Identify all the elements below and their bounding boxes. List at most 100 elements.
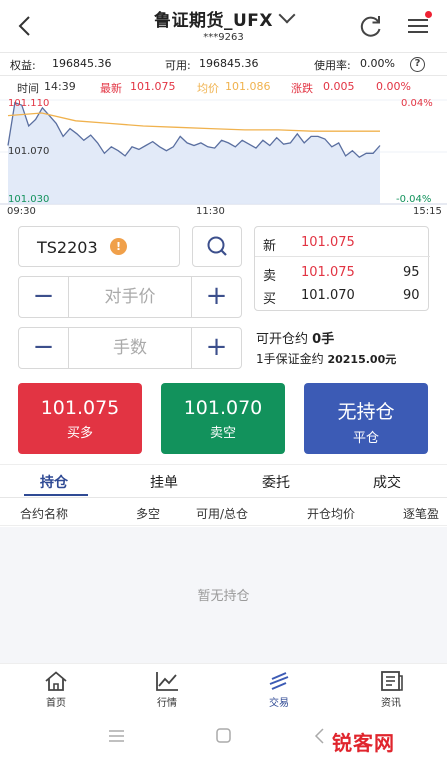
positions-list: 暂无持仓 [0,527,447,663]
contract-field[interactable]: TS2203 ! [18,226,180,267]
close-label: 平仓 [352,431,379,446]
nav-news[interactable]: 资讯 [361,670,421,709]
x-tick-mid: 11:30 [196,206,225,217]
search-button[interactable] [192,226,242,267]
col-direction: 多空 [136,507,161,521]
quantity-input[interactable]: 手数 [69,328,191,368]
buy-price: 101.075 [40,397,120,419]
tab-pending[interactable]: 挂单 [150,472,178,492]
x-tick-end: 15:15 [413,206,442,217]
ask-qty: 95 [403,265,420,280]
usage-label: 使用率: [314,59,351,72]
margin-value: 20215.00元 [327,353,397,366]
col-available-total: 可用/总仓 [196,507,249,521]
pct-tick-high: 0.04% [401,98,433,109]
quantity-stepper[interactable]: − 手数 + [18,327,242,369]
col-contract: 合约名称 [20,507,69,521]
qty-plus-button[interactable]: + [191,328,241,368]
col-pnl: 逐笔盈 [403,507,440,521]
bid-qty: 90 [403,288,420,303]
system-home-icon[interactable] [216,728,231,743]
quote-row-bid: 买 101.070 90 [255,285,430,307]
avg-label: 均价 [197,82,219,95]
quote-panel: 新 101.075 卖 101.075 95 买 101.070 90 [254,226,430,311]
avg-value: 101.086 [225,80,271,93]
nav-home-label: 首页 [46,698,66,709]
y-tick-high: 101.110 [8,98,50,109]
price-plus-button[interactable]: + [191,277,241,317]
latest-label: 最新 [100,82,122,95]
nav-news-label: 资讯 [381,698,401,709]
col-avg-open: 开仓均价 [307,507,356,521]
usage-value: 0.00% [360,57,395,70]
price-minus-button[interactable]: − [19,277,69,317]
nav-market[interactable]: 行情 [137,670,197,709]
chevron-down-icon[interactable] [278,6,296,24]
table-header: 合约名称 多空 可用/总仓 开仓均价 逐笔盈 [0,499,447,526]
chart-icon [156,672,178,691]
latest-value: 101.075 [130,80,176,93]
available-value: 196845.36 [199,57,259,70]
buy-long-button[interactable]: 101.075 买多 [18,383,142,454]
sell-short-button[interactable]: 101.070 卖空 [161,383,285,454]
account-summary-bar: 权益: 196845.36 可用: 196845.36 使用率: 0.00% ? [0,52,447,76]
news-icon [381,671,403,691]
sell-label: 卖空 [209,426,236,441]
nav-trade-label: 交易 [269,698,289,709]
equity-label: 权益: [10,59,36,72]
change-value: 0.005 [323,80,355,93]
home-icon [45,671,67,691]
app-header: 鲁证期货_UFX ***9263 [0,0,447,52]
system-nav-bar: 锐客网 [0,717,447,758]
system-back-icon[interactable] [314,728,324,744]
chart-svg [0,99,447,205]
equity-value: 196845.36 [52,57,112,70]
new-price: 101.075 [301,235,355,250]
price-stepper[interactable]: − 对手价 + [18,276,242,318]
help-icon[interactable]: ? [410,57,425,72]
ask-label: 卖 [263,269,277,284]
buy-label: 买多 [66,426,93,441]
nav-home[interactable]: 首页 [26,670,86,709]
active-tab-indicator [24,494,88,496]
openable-info: 可开仓约 0手 [256,328,334,347]
system-menu-icon[interactable] [109,730,124,742]
openable-value: 0手 [312,332,335,347]
bid-price: 101.070 [301,288,355,303]
chart-header: 时间 14:39 最新 101.075 均价 101.086 涨跌 0.005 … [0,78,447,96]
nav-market-label: 行情 [157,698,177,709]
nav-trade[interactable]: 交易 [249,670,309,709]
quote-row-new: 新 101.075 [255,232,430,254]
intraday-chart[interactable]: 101.110 101.070 101.030 0.04% -0.04% 09:… [0,96,447,220]
trade-icon [269,672,289,690]
sell-price: 101.070 [183,397,263,419]
tab-orders[interactable]: 委托 [262,472,290,492]
openable-label: 可开仓约 [256,332,309,347]
page-title: 鲁证期货_UFX [153,11,274,31]
quote-row-ask: 卖 101.075 95 [255,262,430,284]
empty-state-text: 暂无持仓 [197,589,250,604]
time-label: 时间 [17,82,39,95]
price-input[interactable]: 对手价 [69,277,191,317]
tab-trades[interactable]: 成交 [373,472,401,492]
change-pct: 0.00% [376,80,411,93]
refresh-icon[interactable] [358,13,384,39]
new-label: 新 [263,239,277,254]
qty-minus-button[interactable]: − [19,328,69,368]
close-title: 无持仓 [337,401,395,423]
tab-positions[interactable]: 持仓 [40,472,68,492]
change-label: 涨跌 [291,82,313,95]
y-tick-low: 101.030 [8,194,50,205]
search-icon [207,236,227,256]
ask-price: 101.075 [301,265,355,280]
menu-icon[interactable] [406,11,432,39]
contract-code: TS2203 [37,238,98,257]
bottom-nav: 首页 行情 交易 资讯 [0,663,447,717]
warning-icon[interactable]: ! [110,238,127,255]
available-label: 可用: [165,59,191,72]
pct-tick-low: -0.04% [396,194,432,205]
bid-label: 买 [263,292,277,307]
x-tick-start: 09:30 [7,206,36,217]
close-position-button[interactable]: 无持仓 平仓 [304,383,428,454]
position-tabs: 持仓 挂单 委托 成交 [0,464,447,498]
